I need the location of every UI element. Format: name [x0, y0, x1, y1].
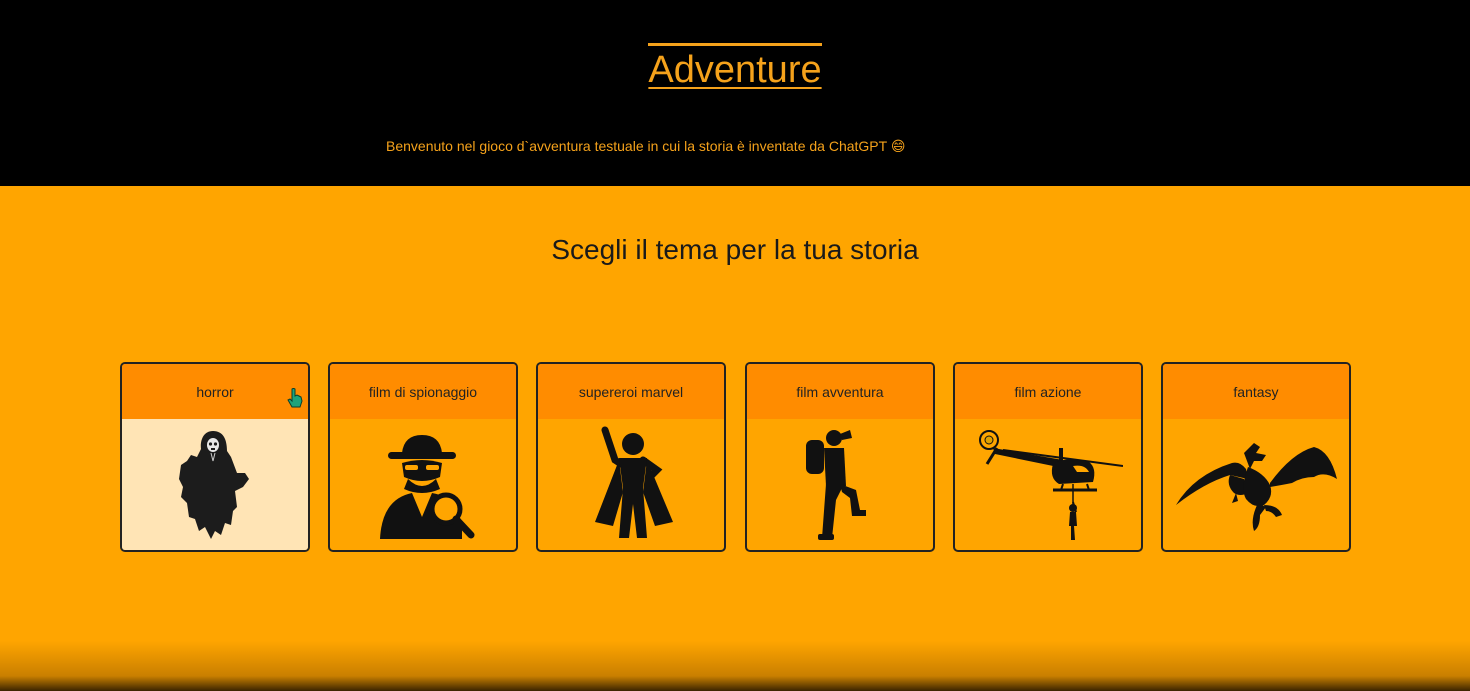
page-subtitle: Scegli il tema per la tua storia	[551, 234, 919, 265]
card-label: supereroi marvel	[538, 364, 724, 419]
theme-card-superheroes[interactable]: supereroi marvel	[536, 362, 726, 552]
card-label: fantasy	[1163, 364, 1349, 419]
hiker-icon	[806, 429, 866, 540]
card-label: film di spionaggio	[330, 364, 516, 419]
welcome-message: Benvenuto nel gioco d`avventura testuale…	[386, 138, 906, 154]
card-label: film azione	[955, 364, 1141, 419]
theme-card-action[interactable]: film azione	[953, 362, 1143, 552]
app-title-link[interactable]: Adventure	[648, 43, 822, 91]
theme-card-spy[interactable]: film di spionaggio	[328, 362, 518, 552]
helicopter-icon	[979, 429, 1123, 540]
superhero-icon	[595, 426, 673, 538]
theme-card-horror[interactable]: horror	[120, 362, 310, 552]
ghost-icon	[179, 431, 249, 539]
spy-icon	[380, 435, 475, 539]
theme-card-fantasy[interactable]: fantasy	[1161, 362, 1351, 552]
header: Adventure Benvenuto nel gioco d`avventur…	[0, 0, 1470, 186]
card-label: film avventura	[747, 364, 933, 419]
theme-card-adventure[interactable]: film avventura	[745, 362, 935, 552]
dragon-icon	[1175, 442, 1337, 531]
card-label: horror	[122, 364, 308, 419]
